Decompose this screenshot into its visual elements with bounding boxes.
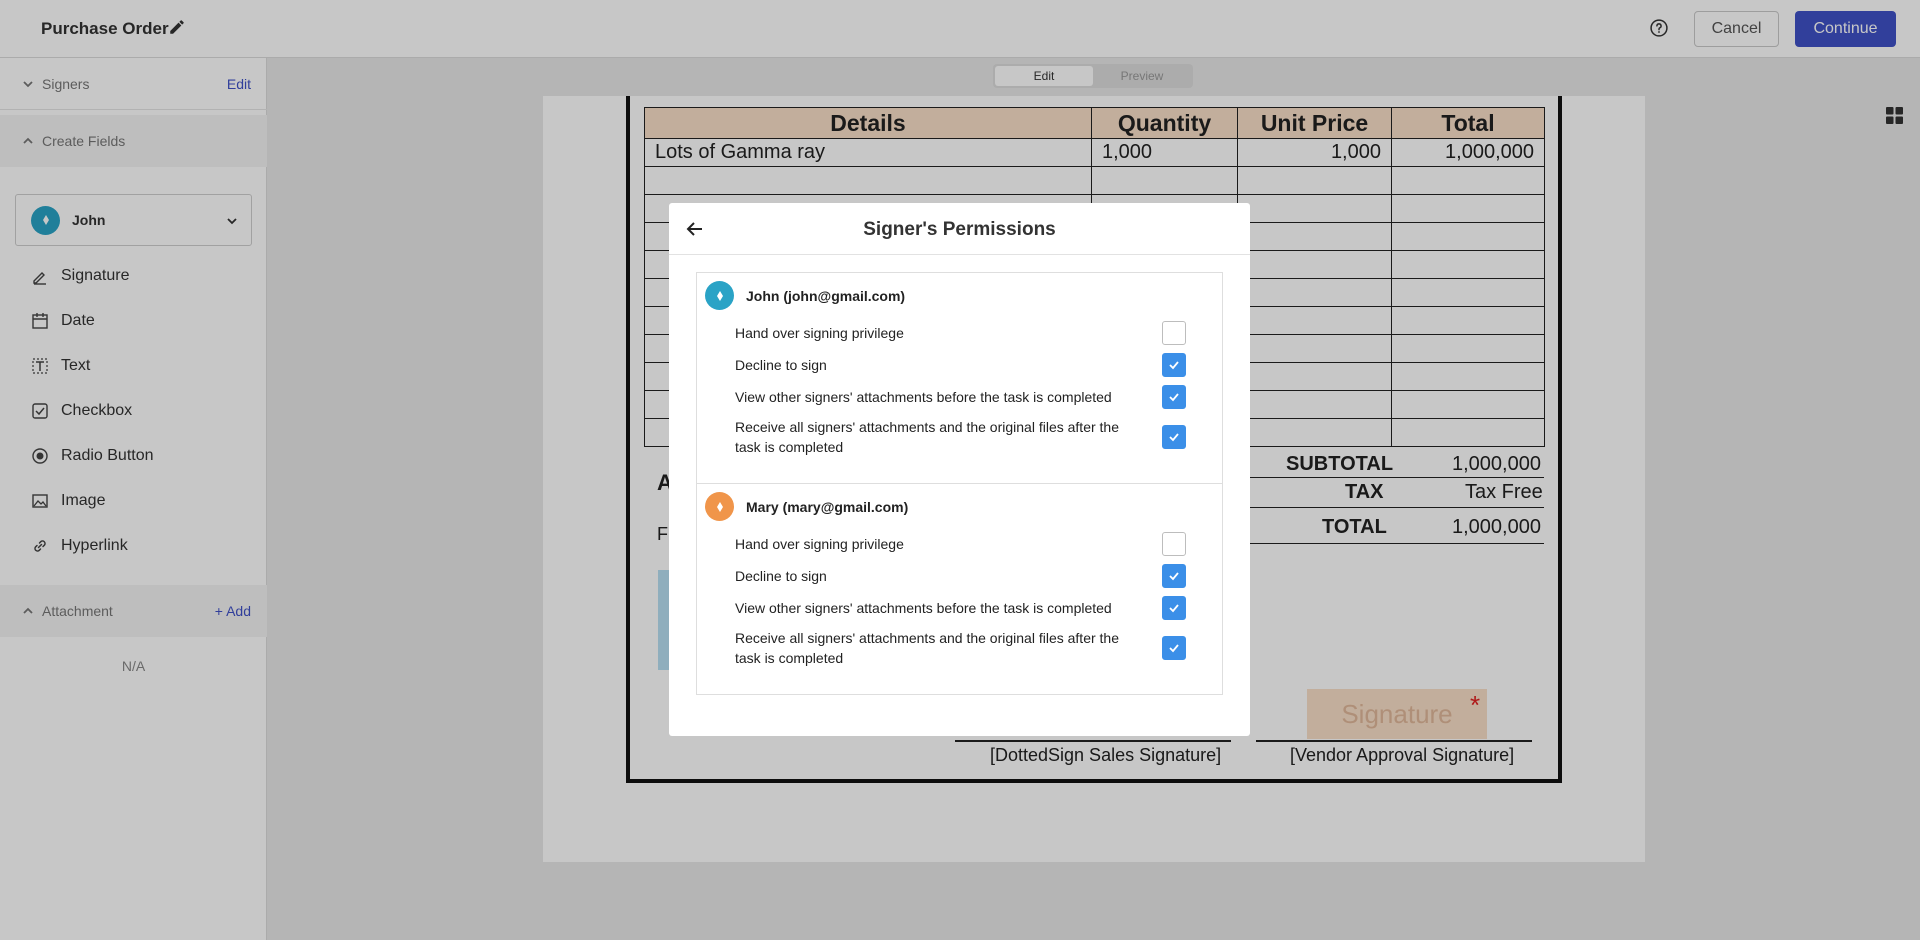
permission-label: Decline to sign xyxy=(735,568,827,584)
permission-label: View other signers' attachments before t… xyxy=(735,389,1112,405)
permission-label: Decline to sign xyxy=(735,357,827,373)
permission-label: Hand over signing privilege xyxy=(735,536,904,552)
permissions-list: John (john@gmail.com) Hand over signing … xyxy=(696,272,1223,695)
pen-nib-icon xyxy=(716,290,723,301)
avatar xyxy=(705,492,734,521)
dialog-title: Signer's Permissions xyxy=(863,219,1056,240)
permission-checkbox[interactable] xyxy=(1162,564,1186,588)
avatar xyxy=(705,281,734,310)
check-icon xyxy=(1169,644,1179,653)
check-icon xyxy=(1169,361,1179,370)
check-icon xyxy=(1169,433,1179,442)
signer-divider xyxy=(697,483,1222,484)
permission-checkbox[interactable] xyxy=(1162,636,1186,660)
signer-header-john: John (john@gmail.com) xyxy=(705,281,905,310)
dialog-header: Signer's Permissions xyxy=(669,203,1250,255)
permission-label: View other signers' attachments before t… xyxy=(735,600,1112,616)
permission-label: Receive all signers' attachments and the… xyxy=(735,419,1119,455)
permission-checkbox[interactable] xyxy=(1162,353,1186,377)
signer-name: Mary (mary@gmail.com) xyxy=(746,498,909,515)
check-icon xyxy=(1169,604,1179,613)
permission-checkbox[interactable] xyxy=(1162,385,1186,409)
permission-checkbox[interactable] xyxy=(1162,321,1186,345)
permission-label: Hand over signing privilege xyxy=(735,325,904,341)
permission-label: Receive all signers' attachments and the… xyxy=(735,630,1119,666)
check-icon xyxy=(1169,572,1179,581)
permission-checkbox[interactable] xyxy=(1162,596,1186,620)
permission-checkbox[interactable] xyxy=(1162,425,1186,449)
pen-nib-icon xyxy=(716,501,723,512)
permission-checkbox[interactable] xyxy=(1162,532,1186,556)
check-icon xyxy=(1169,393,1179,402)
permissions-dialog: Signer's Permissions John (john@gmail.co… xyxy=(669,203,1250,736)
signer-name: John (john@gmail.com) xyxy=(746,287,906,304)
signer-header-mary: Mary (mary@gmail.com) xyxy=(705,492,908,521)
